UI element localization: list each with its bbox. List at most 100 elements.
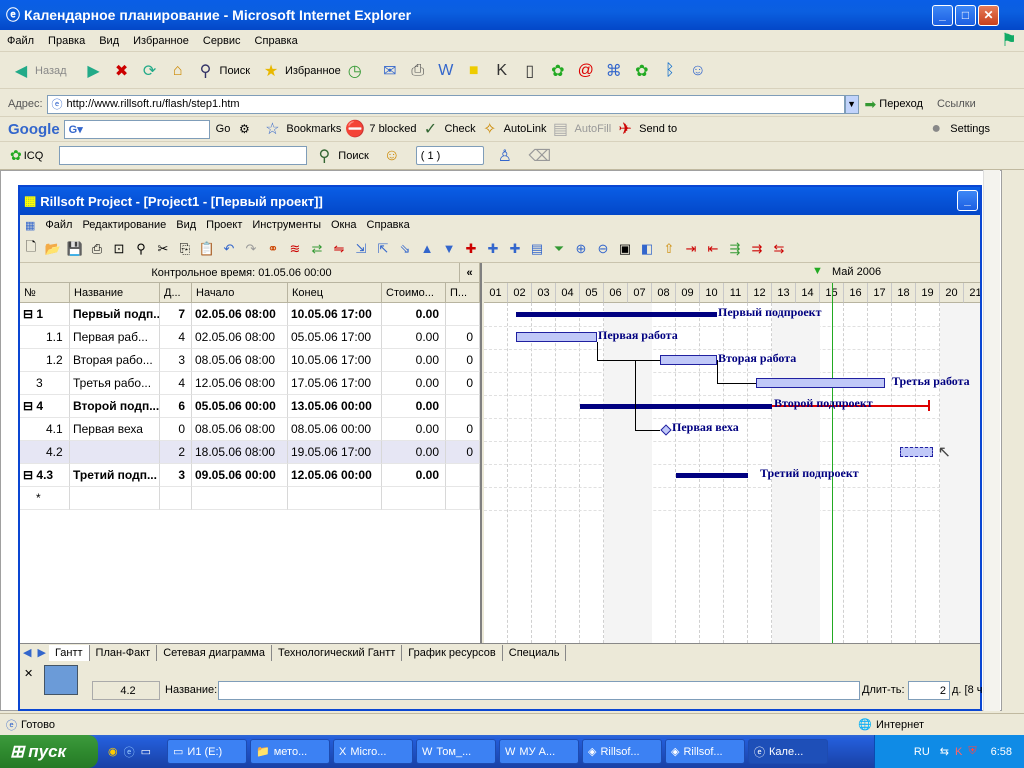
taskbar-item[interactable]: ◈ Rillsof...	[582, 739, 663, 764]
bookmarks-icon[interactable]: ☆	[259, 116, 285, 142]
col-num-cell[interactable]: ⊟ 1	[20, 303, 70, 326]
google-options-icon[interactable]: ⚙	[231, 116, 257, 142]
preview-icon[interactable]: ⊡	[108, 238, 130, 260]
col-cost-cell[interactable]: 0.00	[382, 441, 446, 464]
google-go-button[interactable]: Go	[216, 123, 231, 135]
tab-1[interactable]: План-Факт	[90, 644, 158, 661]
col-start-cell[interactable]	[192, 487, 288, 510]
menu-tools[interactable]: Сервис	[196, 35, 248, 47]
summary-bar[interactable]	[580, 404, 772, 409]
col-duration-cell[interactable]	[160, 487, 192, 510]
col-cost-cell[interactable]: 0.00	[382, 418, 446, 441]
detail-duration-input[interactable]: 2	[908, 681, 950, 700]
col-start-cell[interactable]: 05.05.06 00:00	[192, 395, 288, 418]
arrow-icon-4[interactable]: ⇉	[746, 238, 768, 260]
col-duration-cell[interactable]: 4	[160, 326, 192, 349]
back-icon[interactable]: ◀	[8, 58, 34, 84]
tab-scroll-first-icon[interactable]: ◀	[20, 646, 34, 659]
forward-icon[interactable]: ▶	[81, 58, 107, 84]
settings-icon[interactable]: ●	[923, 116, 949, 142]
bluetooth-icon[interactable]: ᛒ	[657, 58, 683, 84]
bookmarks-button[interactable]: Bookmarks	[286, 123, 341, 135]
outdent-icon[interactable]: ⇱	[372, 238, 394, 260]
search-label[interactable]: Поиск	[220, 65, 250, 77]
icq-label[interactable]: ICQ	[24, 150, 44, 162]
app-menu-tools[interactable]: Инструменты	[247, 219, 326, 231]
taskbar-item[interactable]: ⓔ Кале...	[748, 739, 829, 764]
icq-icon[interactable]: ✿	[629, 58, 655, 84]
app-menu-help[interactable]: Справка	[362, 219, 415, 231]
col-cost-cell[interactable]	[382, 487, 446, 510]
move-down-icon[interactable]: ▼	[438, 238, 460, 260]
col-start-cell[interactable]: 02.05.06 08:00	[192, 326, 288, 349]
taskbar-item[interactable]: ◈ Rillsof...	[665, 739, 746, 764]
col-end-cell[interactable]: 13.05.06 00:00	[288, 395, 382, 418]
col-num-cell[interactable]: 1.1	[20, 326, 70, 349]
shield-icon[interactable]: ⛨	[968, 745, 976, 758]
start-button[interactable]: ⊞ пуск	[0, 735, 98, 768]
favorites-label[interactable]: Избранное	[285, 65, 341, 77]
taskbar-item[interactable]: W МУ А...	[499, 739, 580, 764]
table-row[interactable]: 1.1 Первая раб... 4 02.05.06 08:00 05.05.06 …	[20, 326, 480, 349]
table-row[interactable]: ⊟ 1 Первый подп... 7 02.05.06 08:00 10.05.06…	[20, 303, 480, 326]
task-bar[interactable]	[659, 355, 717, 365]
minimize-button[interactable]: _	[932, 5, 953, 26]
table-row[interactable]: *	[20, 487, 480, 510]
col-duration-cell[interactable]: 3	[160, 464, 192, 487]
resched-icon[interactable]: ⇋	[328, 238, 350, 260]
col-cost-header[interactable]: Стоимо...	[382, 283, 446, 303]
icq-search-icon[interactable]: ⚲	[311, 143, 337, 169]
app-menu-windows[interactable]: Окна	[326, 219, 362, 231]
at-icon[interactable]: @	[573, 58, 599, 84]
summary-bar[interactable]	[676, 473, 748, 478]
zoom-in-icon[interactable]: ⊕	[570, 238, 592, 260]
col-name-cell[interactable]	[70, 441, 160, 464]
col-name-header[interactable]: Название	[70, 283, 160, 303]
col-start-cell[interactable]: 08.05.06 08:00	[192, 418, 288, 441]
table-row[interactable]: 1.2 Вторая рабо... 3 08.05.06 08:00 10.05.06…	[20, 349, 480, 372]
col-cost-cell[interactable]: 0.00	[382, 326, 446, 349]
google-search-input[interactable]: G▾	[63, 119, 210, 139]
tab-4[interactable]: График ресурсов	[402, 644, 503, 661]
maximize-button[interactable]: □	[955, 5, 976, 26]
sendto-button[interactable]: Send to	[639, 123, 677, 135]
mail-icon[interactable]: ✉	[377, 58, 403, 84]
col-start-cell[interactable]: 18.05.06 08:00	[192, 441, 288, 464]
icq-search-input[interactable]	[59, 146, 308, 165]
paste-icon[interactable]: 📋	[196, 238, 218, 260]
col-duration-cell[interactable]: 3	[160, 349, 192, 372]
menu-file[interactable]: Файл	[0, 35, 41, 47]
col-end-cell[interactable]: 12.05.06 00:00	[288, 464, 382, 487]
task-bar[interactable]	[515, 332, 597, 342]
icq-message-counter[interactable]: ( 1 )	[415, 146, 484, 165]
go-arrow-icon[interactable]: ➡	[865, 96, 877, 113]
col-duration-header[interactable]: Д...	[160, 283, 192, 303]
col-end-cell[interactable]: 10.05.06 17:00	[288, 349, 382, 372]
col-cost-cell[interactable]: 0.00	[382, 464, 446, 487]
popup-blocker-icon[interactable]: ⛔	[342, 116, 368, 142]
copy-icon[interactable]: ⎘	[174, 238, 196, 260]
col-name-cell[interactable]: Вторая рабо...	[70, 349, 160, 372]
icq-flower-icon[interactable]: ✿	[545, 58, 571, 84]
undo-icon[interactable]: ↶	[218, 238, 240, 260]
stop-icon[interactable]: ✖	[109, 58, 135, 84]
browser-scrollbar[interactable]	[983, 170, 1000, 711]
note-icon[interactable]: ■	[461, 58, 487, 84]
col-name-cell[interactable]	[70, 487, 160, 510]
table-row[interactable]: 4.2 2 18.05.06 08:00 19.05.06 17:00 0.00 0	[20, 441, 480, 464]
col-p-header[interactable]: П...	[446, 283, 480, 303]
arrow-icon-1[interactable]: ⇥	[680, 238, 702, 260]
col-num-cell[interactable]: 1.2	[20, 349, 70, 372]
col-num-header[interactable]: №	[20, 283, 70, 303]
filter-icon[interactable]: ⏷	[548, 238, 570, 260]
split-icon[interactable]: ◧	[636, 238, 658, 260]
spellcheck-icon[interactable]: ✓	[417, 116, 443, 142]
col-duration-cell[interactable]: 6	[160, 395, 192, 418]
col-duration-cell[interactable]: 2	[160, 441, 192, 464]
table-row[interactable]: 3 Третья рабо... 4 12.05.06 08:00 17.05.06 1…	[20, 372, 480, 395]
address-input[interactable]: ⓔ http://www.rillsoft.ru/flash/step1.htm	[46, 94, 845, 114]
col-end-cell[interactable]: 17.05.06 17:00	[288, 372, 382, 395]
col-cost-cell[interactable]: 0.00	[382, 395, 446, 418]
icq-search-button[interactable]: Поиск	[338, 150, 368, 162]
k-icon[interactable]: K	[489, 58, 515, 84]
